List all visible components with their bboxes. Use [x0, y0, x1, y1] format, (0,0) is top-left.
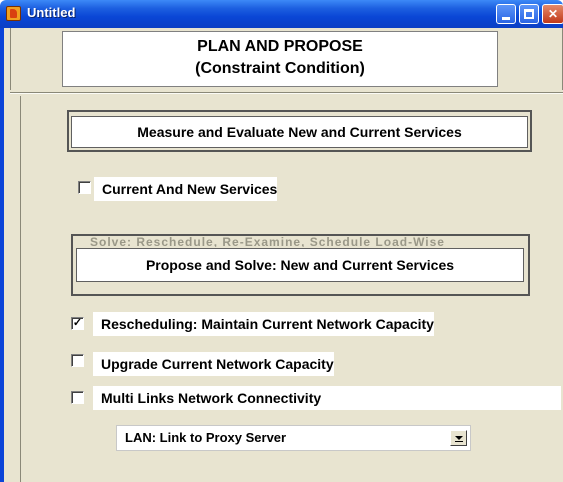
header-divider	[10, 92, 563, 94]
checkbox-rescheduling-box[interactable]: ✓	[71, 317, 84, 330]
measure-section-label: Measure and Evaluate New and Current Ser…	[71, 116, 528, 148]
checkbox-current-and-new-services-label: Current And New Services	[94, 177, 278, 201]
link-type-dropdown[interactable]: LAN: Link to Proxy Server	[116, 425, 471, 451]
checkmark-icon: ✓	[72, 317, 83, 329]
app-window: Untitled ✕ PLAN AND PROPOSE (Constraint …	[0, 0, 563, 482]
checkbox-multi-links-box[interactable]	[71, 391, 84, 404]
title-bar[interactable]: Untitled ✕	[0, 0, 563, 28]
link-type-dropdown-value: LAN: Link to Proxy Server	[125, 430, 287, 445]
window-title: Untitled	[27, 5, 76, 20]
close-button[interactable]: ✕	[542, 4, 563, 24]
checkbox-rescheduling-label: Rescheduling: Maintain Current Network C…	[93, 312, 434, 336]
maximize-button[interactable]	[519, 4, 539, 24]
checkbox-current-and-new-services-box[interactable]	[78, 181, 91, 194]
close-icon: ✕	[547, 7, 559, 21]
propose-section-label: Propose and Solve: New and Current Servi…	[76, 248, 524, 282]
checkbox-multi-links[interactable]: Multi Links Network Connectivity	[71, 386, 561, 410]
propose-section-hidden-text: Solve: Reschedule, Re-Examine, Schedule …	[90, 235, 445, 247]
page-title-line1: PLAN AND PROPOSE	[197, 38, 363, 55]
checkbox-rescheduling[interactable]: ✓ Rescheduling: Maintain Current Network…	[71, 312, 561, 336]
checkbox-upgrade-capacity-box[interactable]	[71, 354, 84, 367]
page-title-line2: (Constraint Condition)	[195, 60, 365, 77]
checkbox-upgrade-capacity-label: Upgrade Current Network Capacity	[93, 352, 334, 376]
chevron-down-icon[interactable]	[450, 430, 467, 446]
checkbox-multi-links-label: Multi Links Network Connectivity	[93, 386, 561, 410]
checkbox-current-and-new-services[interactable]: Current And New Services	[78, 177, 348, 201]
minimize-button[interactable]	[496, 4, 516, 24]
checkbox-upgrade-capacity[interactable]: Upgrade Current Network Capacity	[71, 352, 431, 376]
app-icon	[6, 6, 21, 21]
page-title: PLAN AND PROPOSE (Constraint Condition)	[62, 31, 498, 87]
